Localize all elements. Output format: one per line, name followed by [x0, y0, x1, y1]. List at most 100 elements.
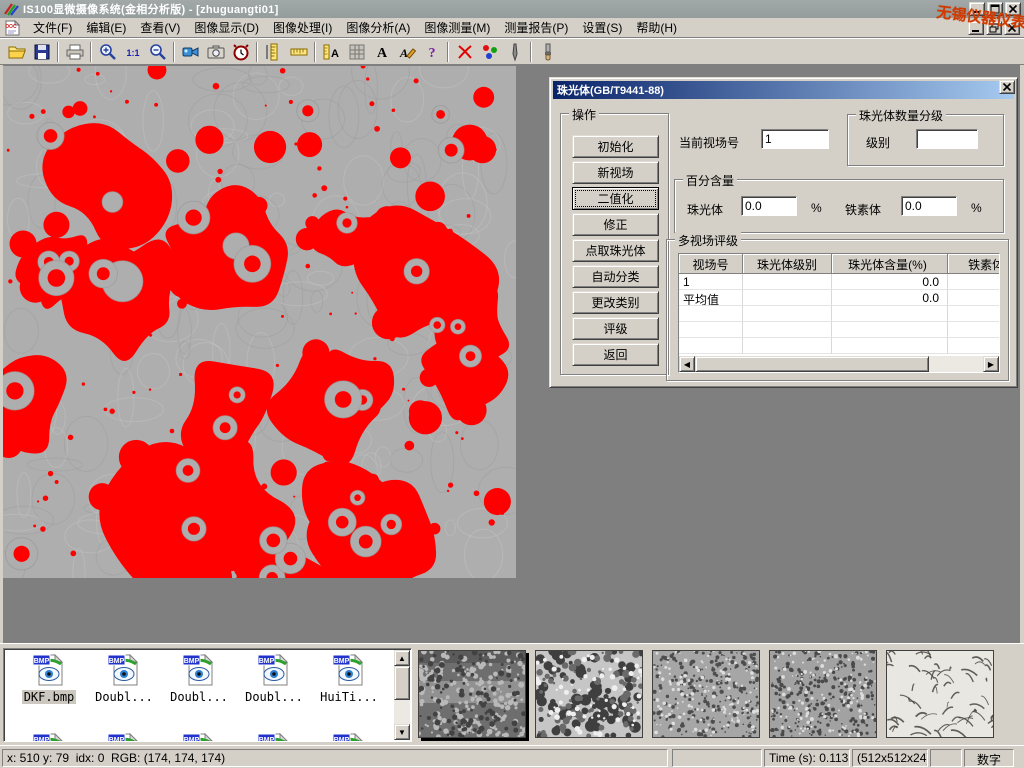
thumbnail-4[interactable] [769, 650, 877, 738]
text-button[interactable]: A [369, 40, 394, 64]
scroll-down-arrow[interactable]: ▼ [394, 724, 410, 740]
erase-marks-button[interactable] [452, 40, 477, 64]
print-button[interactable] [62, 40, 87, 64]
multifield-group-title: 多视场评级 [675, 232, 741, 249]
menu-image-display[interactable]: 图像显示(D) [187, 17, 266, 38]
mdi-minimize-button[interactable] [968, 21, 984, 35]
initialize-button[interactable]: 初始化 [572, 135, 659, 158]
menu-image-analysis[interactable]: 图像分析(A) [339, 17, 417, 38]
file-item[interactable]: BMPDKF.bmp [12, 654, 86, 704]
mdi-close-button[interactable] [1004, 21, 1020, 35]
grid-button[interactable] [344, 40, 369, 64]
pick-pearlite-button[interactable]: 点取珠光体 [572, 239, 659, 262]
svg-text:BMP: BMP [109, 737, 125, 742]
video-camera-button[interactable] [178, 40, 203, 64]
dialog-title-bar[interactable]: 珠光体(GB/T9441-88) [553, 81, 1014, 99]
file-list: BMPDKF.bmp BMPDoubl... BMPDoubl... BMPDo… [3, 648, 412, 742]
document-icon[interactable]: DOC [4, 20, 21, 36]
camera-button[interactable] [203, 40, 228, 64]
file-item-partial[interactable]: BMP [87, 733, 161, 742]
file-item-partial[interactable]: BMP [12, 733, 86, 742]
file-list-scrollbar[interactable]: ▲ ▼ [394, 650, 410, 740]
maximize-button[interactable] [987, 2, 1003, 16]
workspace: 珠光体(GB/T9441-88) 操作 初始化 新视场 二值化 修正 点取珠光体… [0, 65, 1024, 643]
specimen-image[interactable] [3, 66, 516, 578]
close-button[interactable] [1005, 2, 1021, 16]
svg-text:BMP: BMP [334, 658, 350, 665]
file-item[interactable]: BMPHuiTi... [312, 654, 386, 704]
dialog-close-button[interactable] [999, 80, 1015, 94]
bmp-file-icon: BMP [162, 654, 236, 689]
table-horizontal-scrollbar[interactable]: ◀ ▶ [679, 356, 999, 372]
bmp-file-icon: BMP [312, 654, 386, 689]
svg-text:1:1: 1:1 [126, 48, 139, 58]
mdi-restore-button[interactable] [986, 21, 1002, 35]
menu-measure-report[interactable]: 测量报告(P) [497, 17, 575, 38]
classify-dots-button[interactable] [477, 40, 502, 64]
caliper-button[interactable] [261, 40, 286, 64]
timer-button[interactable] [228, 40, 253, 64]
menu-image-processing[interactable]: 图像处理(I) [266, 17, 339, 38]
thumbnail-2[interactable] [535, 650, 643, 738]
menu-image-measure[interactable]: 图像测量(M) [417, 17, 497, 38]
auto-classify-button[interactable]: 自动分类 [572, 265, 659, 288]
status-bar: x: 510 y: 79 idx: 0 RGB: (174, 174, 174)… [0, 745, 1024, 768]
current-field-input[interactable] [761, 129, 829, 149]
change-class-button[interactable]: 更改类别 [572, 291, 659, 314]
grade-button[interactable]: 评级 [572, 317, 659, 340]
menu-edit[interactable]: 编辑(E) [79, 17, 133, 38]
toolbar-separator [530, 42, 532, 62]
file-name: Doubl... [243, 690, 305, 704]
pearlite-percent-input[interactable] [741, 196, 797, 216]
bmp-file-icon: BMP [12, 733, 86, 742]
help-button[interactable]: ? [419, 40, 444, 64]
return-button[interactable]: 返回 [572, 343, 659, 366]
zoom-in-button[interactable] [95, 40, 120, 64]
scroll-left-arrow[interactable]: ◀ [679, 356, 695, 372]
bmp-file-icon: BMP [87, 654, 161, 689]
binarize-button[interactable]: 二值化 [572, 187, 659, 210]
scroll-up-arrow[interactable]: ▲ [394, 650, 410, 666]
svg-text:A: A [398, 46, 407, 60]
save-button[interactable] [29, 40, 54, 64]
scroll-right-arrow[interactable]: ▶ [983, 356, 999, 372]
brush-button[interactable] [535, 40, 560, 64]
toolbar-separator [57, 42, 59, 62]
measure-text-button[interactable]: A [319, 40, 344, 64]
empty-panel [930, 749, 962, 767]
scrollbar-thumb[interactable] [394, 666, 410, 700]
thumbnail-5[interactable] [886, 650, 994, 738]
bmp-file-icon: BMP [237, 733, 311, 742]
table-row[interactable]: 平均值 0.0 [679, 290, 999, 306]
text-edit-button[interactable]: A [394, 40, 419, 64]
thumbnail-3[interactable] [652, 650, 760, 738]
file-item-partial[interactable]: BMP [312, 733, 386, 742]
open-button[interactable] [4, 40, 29, 64]
ferrite-percent-input[interactable] [901, 196, 957, 216]
actual-size-button[interactable]: 1:1 [120, 40, 145, 64]
file-item-partial[interactable]: BMP [162, 733, 236, 742]
svg-text:BMP: BMP [184, 658, 200, 665]
new-field-button[interactable]: 新视场 [572, 161, 659, 184]
menu-view[interactable]: 查看(V) [133, 17, 187, 38]
correct-button[interactable]: 修正 [572, 213, 659, 236]
mode-panel: 数字 [964, 749, 1014, 767]
zoom-out-button[interactable] [145, 40, 170, 64]
menu-file[interactable]: 文件(F) [26, 17, 79, 38]
menu-help[interactable]: 帮助(H) [629, 17, 684, 38]
file-item[interactable]: BMPDoubl... [237, 654, 311, 704]
ruler-button[interactable] [286, 40, 311, 64]
application-window: { "window": { "title": "IS100显微摄像系统(金相分析… [0, 0, 1024, 768]
file-item[interactable]: BMPDoubl... [87, 654, 161, 704]
table-row[interactable]: 1 0.0 [679, 274, 999, 290]
minimize-button[interactable] [969, 2, 985, 16]
toolbar-separator [314, 42, 316, 62]
scrollbar-thumb[interactable] [695, 356, 929, 372]
file-item-partial[interactable]: BMP [237, 733, 311, 742]
grade-label: 级别 [866, 134, 890, 151]
thumbnail-1[interactable] [418, 650, 526, 738]
menu-settings[interactable]: 设置(S) [575, 17, 629, 38]
pen-button[interactable] [502, 40, 527, 64]
grade-input[interactable] [916, 129, 978, 149]
file-item[interactable]: BMPDoubl... [162, 654, 236, 704]
